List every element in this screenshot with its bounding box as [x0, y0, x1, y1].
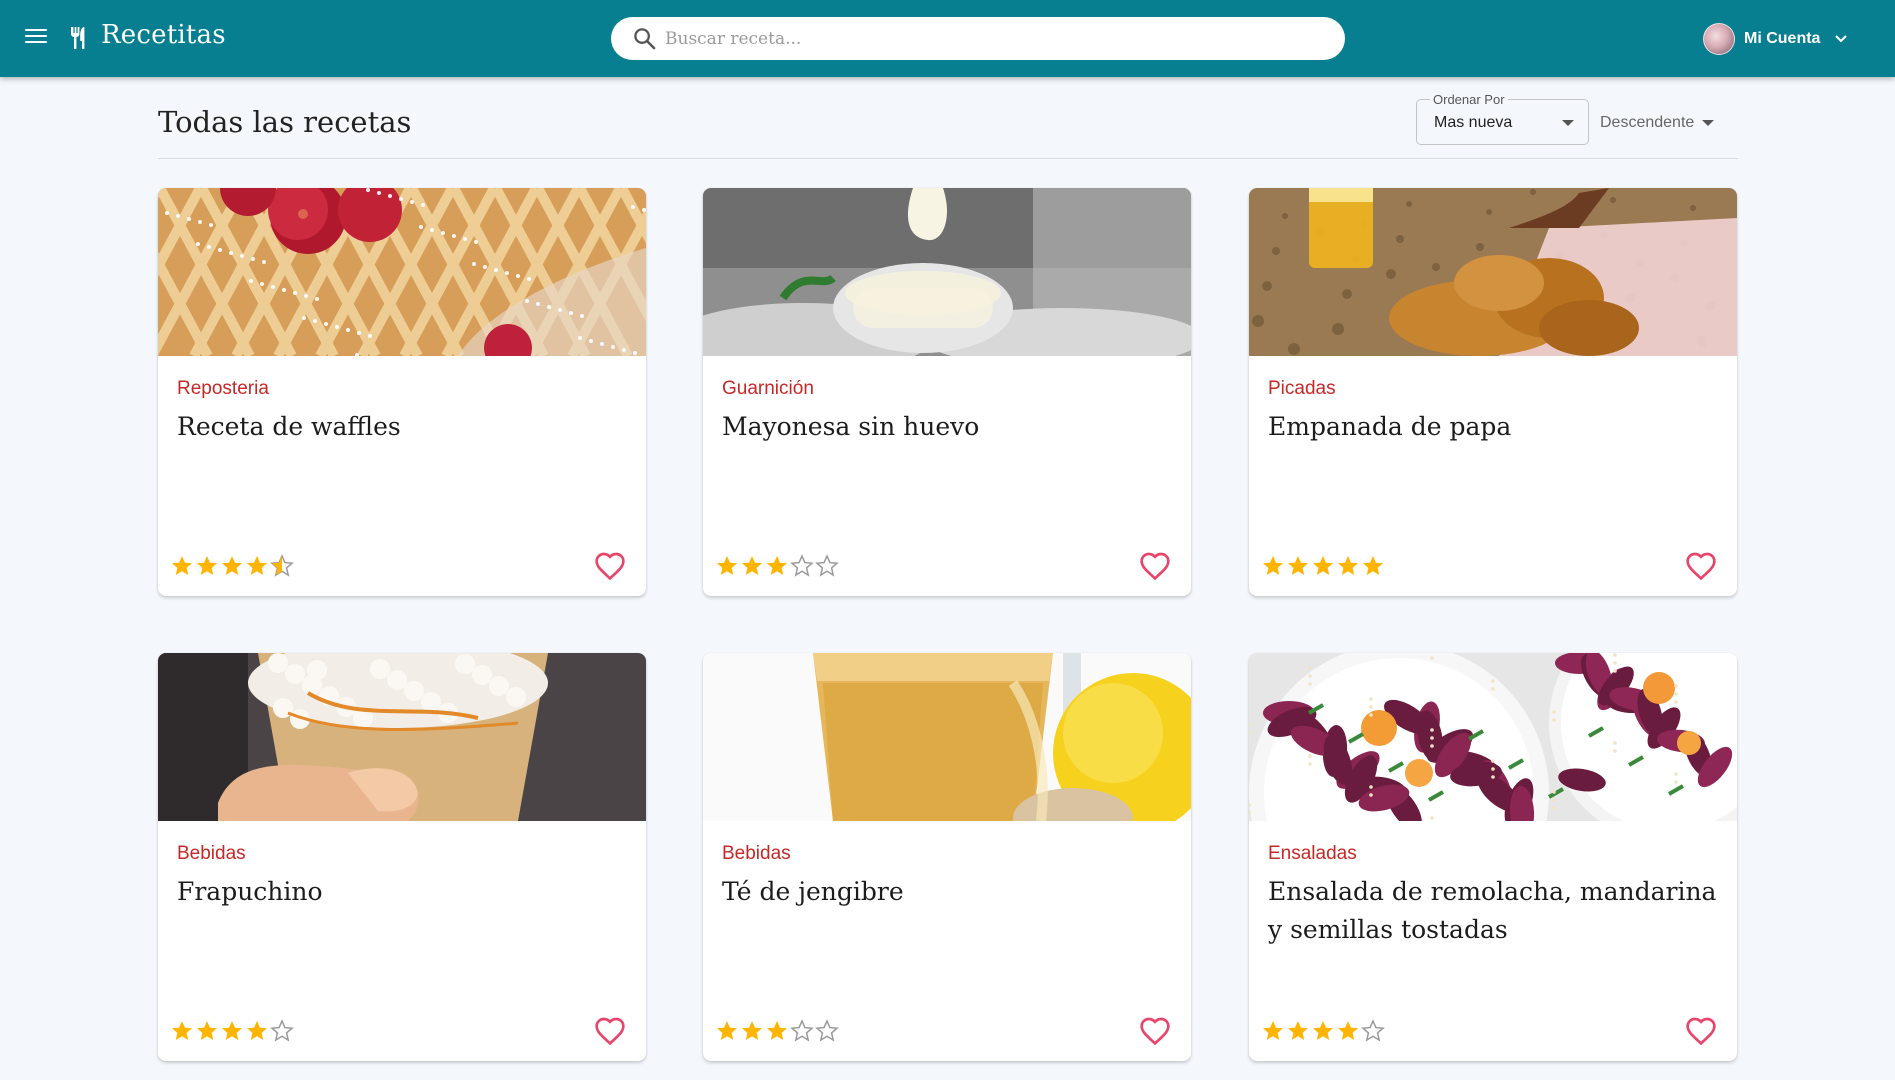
recipe-card[interactable]: Bebidas Té de jengibre	[703, 653, 1191, 1061]
star-filled-icon	[767, 1021, 787, 1040]
star-filled-icon	[1363, 556, 1383, 575]
order-value: Descendente	[1600, 114, 1695, 131]
star-filled-icon	[247, 1021, 267, 1040]
recipe-card[interactable]: Picadas Empanada de papa	[1249, 188, 1737, 596]
search-bar	[611, 17, 1345, 60]
rating-stars	[715, 1019, 840, 1043]
recipe-card[interactable]: Bebidas Frapuchino	[158, 653, 646, 1061]
star-filled-icon	[717, 556, 737, 575]
star-filled-icon	[717, 1021, 737, 1040]
app-bar: Recetitas Mi Cuenta	[0, 0, 1895, 77]
recipe-title: Té de jengibre	[722, 877, 904, 906]
star-filled-icon	[767, 556, 787, 575]
star-filled-icon	[1338, 1021, 1358, 1040]
favorite-heart-icon[interactable]	[594, 1016, 626, 1046]
rating-stars	[1261, 1019, 1386, 1043]
search-input[interactable]	[665, 28, 1305, 49]
star-empty-icon	[815, 1019, 839, 1042]
star-filled-icon	[1288, 1021, 1308, 1040]
rating-stars	[170, 1019, 295, 1043]
recipe-title: Receta de waffles	[177, 412, 401, 441]
star-empty-icon	[815, 554, 839, 577]
recipe-category: Ensaladas	[1268, 843, 1357, 864]
cutlery-icon	[71, 27, 85, 49]
menu-icon[interactable]	[25, 26, 47, 48]
divider	[158, 158, 1738, 159]
ginger-tea-photo	[703, 653, 1191, 821]
star-filled-icon	[197, 556, 217, 575]
recipe-category: Bebidas	[722, 843, 791, 864]
empanadas-photo	[1249, 188, 1737, 356]
dropdown-arrow-icon	[1702, 120, 1715, 126]
chevron-down-icon	[1835, 35, 1848, 43]
star-filled-icon	[172, 556, 192, 575]
recipe-card[interactable]: Reposteria Receta de waffles	[158, 188, 646, 596]
sort-label: Ordenar Por	[1430, 92, 1508, 107]
sort-value: Mas nueva	[1434, 114, 1513, 131]
star-filled-icon	[1338, 556, 1358, 575]
avatar	[1703, 23, 1735, 55]
favorite-heart-icon[interactable]	[1685, 1016, 1717, 1046]
page-title: Todas las recetas	[158, 105, 412, 139]
recipe-title: Empanada de papa	[1268, 412, 1512, 441]
recipe-title: Ensalada de remolacha, mandarina y semil…	[1268, 877, 1717, 944]
star-filled-icon	[1263, 1021, 1283, 1040]
app-title[interactable]: Recetitas	[101, 20, 226, 50]
rating-stars	[1261, 554, 1386, 578]
frappuccino-photo	[158, 653, 646, 821]
star-empty-icon	[790, 1019, 814, 1042]
search-icon	[634, 28, 656, 50]
recipe-category: Guarnición	[722, 378, 814, 399]
star-filled-icon	[1313, 556, 1333, 575]
rating-stars	[715, 554, 840, 578]
star-filled-icon	[1313, 1021, 1333, 1040]
star-filled-icon	[172, 1021, 192, 1040]
mayonnaise-photo	[703, 188, 1191, 356]
star-filled-icon	[1263, 556, 1283, 575]
recipe-category: Picadas	[1268, 378, 1336, 399]
waffles-photo	[158, 188, 646, 356]
recipe-card[interactable]: Guarnición Mayonesa sin huevo	[703, 188, 1191, 596]
beet-salad-photo	[1249, 653, 1737, 821]
rating-stars	[170, 554, 295, 578]
star-filled-icon	[742, 556, 762, 575]
star-empty-icon	[790, 554, 814, 577]
favorite-heart-icon[interactable]	[594, 551, 626, 581]
favorite-heart-icon[interactable]	[1139, 551, 1171, 581]
star-empty-icon	[1361, 1019, 1385, 1042]
account-label: Mi Cuenta	[1744, 30, 1821, 47]
recipe-card[interactable]: Ensaladas Ensalada de remolacha, mandari…	[1249, 653, 1737, 1061]
account-menu[interactable]: Mi Cuenta	[1703, 23, 1848, 55]
favorite-heart-icon[interactable]	[1685, 551, 1717, 581]
star-filled-icon	[742, 1021, 762, 1040]
star-filled-icon	[197, 1021, 217, 1040]
star-filled-icon	[222, 556, 242, 575]
star-empty-icon	[270, 1019, 294, 1042]
star-filled-icon	[247, 556, 267, 575]
star-half-icon	[270, 554, 294, 577]
dropdown-arrow-icon	[1562, 120, 1574, 126]
order-select[interactable]: Descendente	[1600, 114, 1715, 132]
recipe-category: Reposteria	[177, 378, 269, 399]
recipe-title: Frapuchino	[177, 877, 323, 906]
star-filled-icon	[1288, 556, 1308, 575]
favorite-heart-icon[interactable]	[1139, 1016, 1171, 1046]
recipe-title: Mayonesa sin huevo	[722, 412, 980, 441]
recipe-category: Bebidas	[177, 843, 246, 864]
star-filled-icon	[222, 1021, 242, 1040]
